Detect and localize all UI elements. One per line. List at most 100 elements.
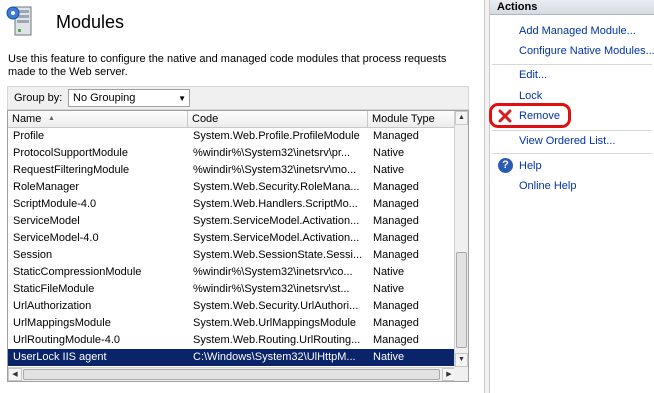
- modules-feature-pane: Modules Use this feature to configure th…: [0, 0, 484, 393]
- server-modules-icon: [6, 5, 40, 39]
- scroll-up-icon[interactable]: ▲: [455, 111, 468, 125]
- column-header-name-label: Name: [12, 113, 42, 125]
- table-row[interactable]: ProtocolSupportModule %windir%\System32\i…: [8, 145, 456, 162]
- cell-type: Managed: [373, 215, 419, 227]
- description-line-1: Use this feature to configure the native…: [8, 53, 447, 65]
- cell-code: %windir%\System32\inetsrv\st...: [193, 283, 350, 295]
- group-by-select[interactable]: No Grouping ▼: [68, 89, 190, 107]
- cell-code: %windir%\System32\inetsrv\pr...: [193, 147, 351, 159]
- cell-name: ScriptModule-4.0: [13, 198, 97, 210]
- cell-code: System.Web.Security.RoleMana...: [193, 181, 360, 193]
- group-by-bar: Group by: No Grouping ▼: [7, 86, 469, 110]
- chevron-down-icon: ▼: [178, 94, 186, 103]
- page-title: Modules: [56, 11, 125, 32]
- cell-code: System.Web.Security.UrlAuthori...: [193, 300, 359, 312]
- table-row[interactable]: ServiceModel System.ServiceModel.Activati…: [8, 213, 456, 230]
- cell-code: System.Web.SessionState.Sessi...: [193, 249, 363, 261]
- modules-table: Name ▲ Code Module Type Profile System.We…: [7, 110, 469, 382]
- configure-native-modules-link[interactable]: Configure Native Modules...: [519, 44, 654, 58]
- cell-name: Profile: [13, 130, 45, 142]
- cell-name: RequestFilteringModule: [13, 164, 130, 176]
- cell-name: RoleManager: [13, 181, 80, 193]
- cell-name: StaticFileModule: [13, 283, 95, 295]
- view-ordered-list-link[interactable]: View Ordered List...: [519, 134, 615, 148]
- add-managed-module-link[interactable]: Add Managed Module...: [519, 24, 636, 38]
- cell-type: Native: [373, 266, 405, 278]
- column-header-module-type[interactable]: Module Type: [368, 111, 456, 128]
- edit-link[interactable]: Edit...: [519, 68, 547, 82]
- table-body: Profile System.Web.Profile.ProfileModule M…: [8, 128, 456, 366]
- help-icon: ?: [498, 158, 513, 173]
- cell-type: Managed: [373, 249, 419, 261]
- column-header-name[interactable]: Name ▲: [8, 111, 188, 128]
- table-row[interactable]: ScriptModule-4.0 System.Web.Handlers.Scri…: [8, 196, 456, 213]
- remove-highlight-ring: [489, 103, 571, 128]
- scroll-down-icon[interactable]: ▼: [455, 353, 468, 367]
- sort-ascending-icon: ▲: [48, 115, 55, 122]
- cell-name: StaticCompressionModule: [13, 266, 142, 278]
- actions-divider: [492, 64, 652, 65]
- table-row[interactable]: UrlMappingsModule System.Web.UrlMappingsM…: [8, 315, 456, 332]
- cell-name: ServiceModel: [13, 215, 80, 227]
- cell-code: System.ServiceModel.Activation...: [193, 215, 360, 227]
- table-row-selected[interactable]: UserLock IIS agent C:\Windows\System32\Ul…: [8, 349, 456, 366]
- group-by-label: Group by:: [14, 92, 63, 104]
- column-header-code[interactable]: Code: [188, 111, 368, 128]
- cell-code: %windir%\System32\inetsrv\co...: [193, 266, 353, 278]
- online-help-link[interactable]: Online Help: [519, 179, 576, 193]
- cell-type: Native: [373, 351, 405, 363]
- cell-code: System.Web.Routing.UrlRouting...: [193, 334, 361, 346]
- cell-code: System.Web.UrlMappingsModule: [193, 317, 357, 329]
- table-header: Name ▲ Code Module Type: [8, 111, 456, 128]
- cell-name: UrlAuthorization: [13, 300, 92, 312]
- page-description: Use this feature to configure the native…: [8, 53, 468, 79]
- column-header-code-label: Code: [192, 113, 219, 125]
- table-row[interactable]: Profile System.Web.Profile.ProfileModule M…: [8, 128, 456, 145]
- actions-pane: Actions Add Managed Module... Configure …: [489, 0, 654, 393]
- cell-name: ProtocolSupportModule: [13, 147, 128, 159]
- description-line-2: made to the Web server.: [8, 66, 128, 78]
- cell-name: UrlMappingsModule: [13, 317, 111, 329]
- table-row[interactable]: StaticFileModule %windir%\System32\inetsr…: [8, 281, 456, 298]
- actions-divider: [492, 130, 652, 131]
- lock-link[interactable]: Lock: [519, 89, 542, 103]
- scroll-left-icon[interactable]: ◀: [8, 368, 22, 381]
- actions-header: Actions: [490, 0, 654, 15]
- cell-type: Managed: [373, 181, 419, 193]
- cell-code: System.Web.Profile.ProfileModule: [193, 130, 360, 142]
- horizontal-scroll-thumb[interactable]: [23, 369, 440, 380]
- table-row[interactable]: RequestFilteringModule %windir%\System32\…: [8, 162, 456, 179]
- actions-divider: [492, 153, 652, 154]
- scrollbar-corner: [454, 367, 468, 381]
- cell-code: %windir%\System32\inetsrv\mo...: [193, 164, 357, 176]
- column-header-type-label: Module Type: [372, 113, 435, 125]
- cell-type: Managed: [373, 300, 419, 312]
- cell-type: Managed: [373, 232, 419, 244]
- cell-type: Native: [373, 164, 405, 176]
- page-header: Modules: [6, 4, 124, 40]
- cell-code: System.ServiceModel.Activation...: [193, 232, 360, 244]
- cell-type: Managed: [373, 334, 419, 346]
- cell-type: Managed: [373, 317, 419, 329]
- table-row[interactable]: ServiceModel-4.0 System.ServiceModel.Acti…: [8, 230, 456, 247]
- cell-type: Managed: [373, 198, 419, 210]
- group-by-value: No Grouping: [73, 92, 136, 104]
- help-link[interactable]: Help: [519, 159, 542, 173]
- table-row[interactable]: Session System.Web.SessionState.Sessi... M…: [8, 247, 456, 264]
- table-row[interactable]: UrlRoutingModule-4.0 System.Web.Routing.U…: [8, 332, 456, 349]
- horizontal-scrollbar[interactable]: ◀ ▶: [8, 367, 456, 381]
- vertical-scrollbar[interactable]: ▲ ▼: [454, 111, 468, 367]
- vertical-scroll-thumb[interactable]: [456, 252, 467, 348]
- cell-type: Managed: [373, 130, 419, 142]
- table-row[interactable]: UrlAuthorization System.Web.Security.UrlA…: [8, 298, 456, 315]
- table-row[interactable]: StaticCompressionModule %windir%\System32…: [8, 264, 456, 281]
- cell-type: Native: [373, 283, 405, 295]
- cell-name: ServiceModel-4.0: [13, 232, 99, 244]
- cell-name: Session: [13, 249, 53, 261]
- cell-code: C:\Windows\System32\UlHttpM...: [193, 351, 356, 363]
- cell-code: System.Web.Handlers.ScriptMo...: [193, 198, 358, 210]
- cell-name: UrlRoutingModule-4.0: [13, 334, 120, 346]
- cell-type: Native: [373, 147, 405, 159]
- cell-name: UserLock IIS agent: [13, 351, 107, 363]
- table-row[interactable]: RoleManager System.Web.Security.RoleMana.…: [8, 179, 456, 196]
